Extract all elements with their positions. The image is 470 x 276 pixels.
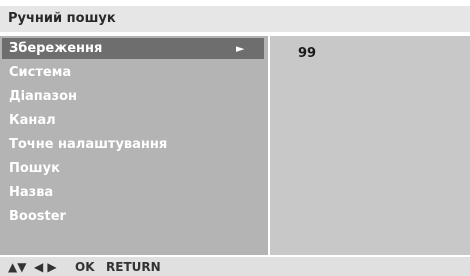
menu-item-system[interactable]: Система [2,62,264,83]
menu-item-search[interactable]: Пошук [2,158,264,179]
menu-item-label: Діапазон [9,89,78,104]
menu-item-storage[interactable]: Збереження ► [2,38,264,59]
menu-item-label: Система [9,65,72,80]
menu-panel: Збереження ► Система Діапазон Канал Точн… [0,36,268,255]
left-right-arrows-icon: ◀ ▶ [34,260,57,274]
triangle-right-icon: ► [236,42,245,55]
title-bar: Ручний пошук [0,6,470,32]
menu-item-booster[interactable]: Booster [2,206,264,227]
menu-item-label: Пошук [9,161,60,176]
menu-item-label: Booster [9,209,66,224]
menu-item-label: Канал [9,113,56,128]
menu-item-name[interactable]: Назва [2,182,264,203]
value-panel: 99 [270,36,470,255]
ok-hint: OK [75,260,95,274]
footer-hints: ▲▼ ◀ ▶ OK RETURN [0,257,470,276]
menu-item-channel[interactable]: Канал [2,110,264,131]
up-down-arrows-icon: ▲▼ [8,260,27,274]
menu-item-band[interactable]: Діапазон [2,86,264,107]
menu-item-fine-tuning[interactable]: Точне налаштування [2,134,264,155]
window-title: Ручний пошук [8,11,116,26]
menu-item-label: Назва [9,185,54,200]
menu-item-label: Точне налаштування [9,137,168,152]
return-hint: RETURN [106,260,161,274]
storage-value: 99 [298,46,317,61]
menu-item-label: Збереження [9,41,103,56]
